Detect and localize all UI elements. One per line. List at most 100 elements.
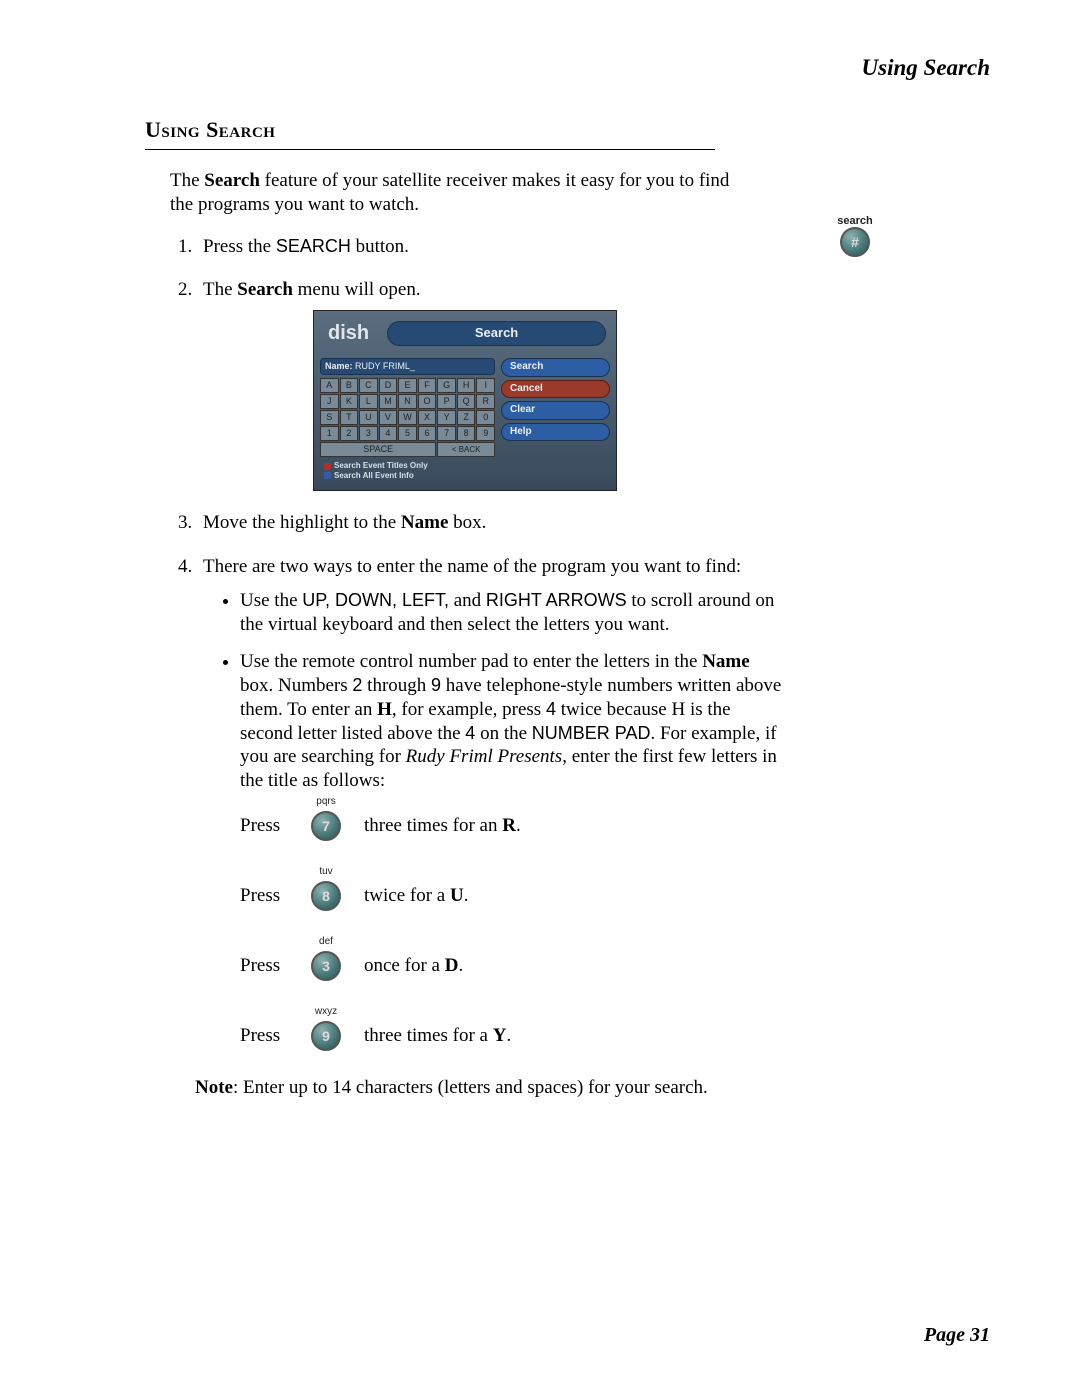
- key-r: R: [476, 394, 495, 409]
- text: through: [362, 675, 431, 696]
- key-o: O: [418, 394, 437, 409]
- screenshot-body: Name: RUDY FRIML_ ABCDEFGHIJKLMNOPQRSTUV…: [320, 358, 610, 457]
- press-letter: R: [502, 815, 516, 836]
- note-text: : Enter up to 14 characters (letters and…: [233, 1077, 708, 1098]
- step-2: The Search menu will open. dish Search N…: [197, 278, 787, 491]
- smallcaps: NUMBER PAD: [532, 723, 651, 743]
- text: menu will open.: [293, 279, 421, 300]
- red-square-icon: [324, 463, 331, 470]
- key-t: T: [340, 410, 359, 425]
- key-7: 7: [437, 426, 456, 441]
- option-all-info: Search All Event Info: [334, 471, 414, 480]
- screenshot-options: Search Event Titles Only Search All Even…: [320, 461, 610, 480]
- text: Press the: [203, 236, 276, 257]
- key-0: 0: [476, 410, 495, 425]
- key-4: 4: [379, 426, 398, 441]
- text: There are two ways to enter the name of …: [203, 556, 741, 577]
- help-button: Help: [501, 423, 610, 442]
- text: and: [449, 590, 486, 611]
- step-4: There are two ways to enter the name of …: [197, 555, 787, 1051]
- key-2: 2: [340, 426, 359, 441]
- italic-title: Rudy Friml Presents: [406, 746, 563, 767]
- key-l: L: [359, 394, 378, 409]
- key-w: W: [398, 410, 417, 425]
- key-m: M: [379, 394, 398, 409]
- option-titles-only: Search Event Titles Only: [334, 461, 428, 470]
- text: Move the highlight to the: [203, 512, 401, 533]
- key-q: Q: [457, 394, 476, 409]
- name-value: RUDY FRIML_: [355, 361, 415, 371]
- search-button: Search: [501, 358, 610, 377]
- key-j: J: [320, 394, 339, 409]
- text: Use the: [240, 590, 302, 611]
- name-field: Name: RUDY FRIML_: [320, 358, 495, 375]
- running-header: Using Search: [145, 55, 990, 81]
- text: The: [170, 170, 204, 191]
- key-h: H: [457, 378, 476, 393]
- key-e: E: [398, 378, 417, 393]
- press-letter: Y: [493, 1025, 507, 1046]
- key-x: X: [418, 410, 437, 425]
- key-v: V: [379, 410, 398, 425]
- bold: H: [377, 699, 392, 720]
- button-letters: pqrs: [306, 796, 346, 809]
- button-letters: tuv: [306, 866, 346, 879]
- keyboard-area: Name: RUDY FRIML_ ABCDEFGHIJKLMNOPQRSTUV…: [320, 358, 495, 457]
- number-button-icon: 3: [311, 951, 341, 981]
- remote-button-8: tuv8: [306, 881, 346, 911]
- key-c: C: [359, 378, 378, 393]
- bullet-numberpad: Use the remote control number pad to ent…: [240, 650, 787, 1051]
- remote-button-9: wxyz9: [306, 1021, 346, 1051]
- search-menu-screenshot: dish Search Name: RUDY FRIML_ ABCDEFGHIJ…: [313, 310, 617, 491]
- press-description: twice for a U.: [364, 884, 468, 908]
- side-buttons: Search Cancel Clear Help: [501, 358, 610, 457]
- text: The: [203, 279, 237, 300]
- text: on the: [475, 723, 531, 744]
- text: , for example, press: [392, 699, 546, 720]
- number-button-icon: 8: [311, 881, 341, 911]
- screenshot-header: dish Search: [320, 319, 610, 348]
- press-label: Press: [240, 954, 288, 978]
- number-button-icon: 7: [311, 811, 341, 841]
- key-d: D: [379, 378, 398, 393]
- text: button.: [351, 236, 409, 257]
- press-description: three times for an R.: [364, 814, 521, 838]
- key-g: G: [437, 378, 456, 393]
- key-s: S: [320, 410, 339, 425]
- press-description: once for a D.: [364, 954, 463, 978]
- virtual-keyboard: ABCDEFGHIJKLMNOPQRSTUVWXYZ0123456789SPAC…: [320, 378, 495, 457]
- press-row: Presstuv8twice for a U.: [240, 881, 787, 911]
- step4-bullets: Use the UP, DOWN, LEFT, and RIGHT ARROWS…: [208, 589, 787, 1051]
- button-letters: wxyz: [306, 1006, 346, 1019]
- name-label: Name:: [325, 361, 353, 371]
- number-button-icon: 9: [311, 1021, 341, 1051]
- bold-search: Search: [204, 170, 260, 191]
- section-title: Using Search: [145, 117, 715, 150]
- button-letters: def: [306, 936, 346, 949]
- step-3: Move the highlight to the Name box.: [197, 511, 787, 535]
- key-f: F: [418, 378, 437, 393]
- key-9: 9: [476, 426, 495, 441]
- bold-name: Name: [401, 512, 448, 533]
- key-6: 6: [418, 426, 437, 441]
- key-i: I: [476, 378, 495, 393]
- search-button-icon: #: [840, 227, 870, 257]
- press-letter: D: [445, 955, 459, 976]
- key-1: 1: [320, 426, 339, 441]
- key-n: N: [398, 394, 417, 409]
- smallcaps: UP, DOWN, LEFT,: [302, 590, 449, 610]
- clear-button: Clear: [501, 401, 610, 420]
- page-number: Page 31: [924, 1324, 990, 1347]
- smallcaps: 2: [352, 675, 362, 695]
- step-1: Press the SEARCH button.: [197, 235, 787, 259]
- dish-logo: dish: [320, 319, 377, 348]
- press-letter: U: [450, 885, 464, 906]
- smallcaps: 4: [546, 699, 556, 719]
- bullet-arrows: Use the UP, DOWN, LEFT, and RIGHT ARROWS…: [240, 589, 787, 637]
- key-space: SPACE: [320, 442, 436, 457]
- key-p: P: [437, 394, 456, 409]
- remote-search-button-figure: search #: [830, 215, 880, 257]
- smallcaps: 4: [465, 723, 475, 743]
- text: Use the remote control number pad to ent…: [240, 651, 702, 672]
- smallcaps-search: SEARCH: [276, 236, 351, 256]
